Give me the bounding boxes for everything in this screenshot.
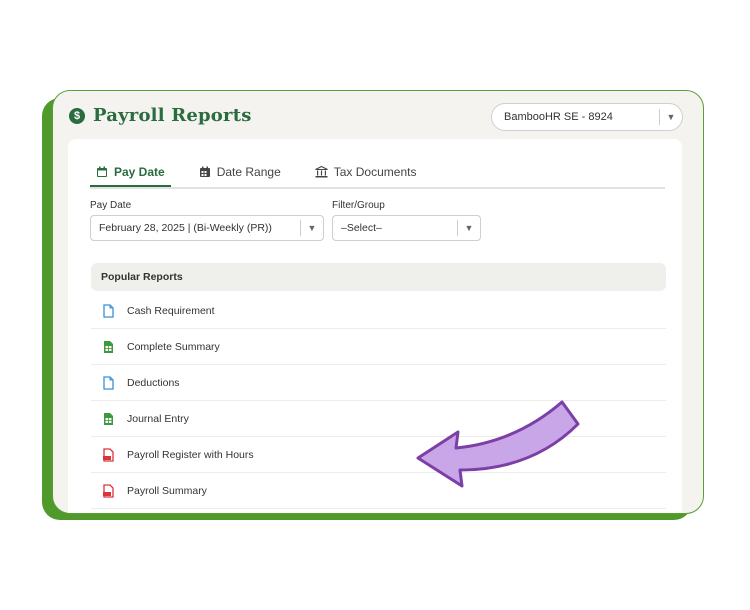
chevron-down-icon[interactable]: ▼ [301, 223, 323, 233]
pdf-icon [103, 483, 115, 498]
tab-date-range[interactable]: Date Range [193, 159, 287, 185]
filter-group-value: –Select– [341, 222, 382, 234]
spreadsheet-icon [103, 340, 115, 354]
report-item-complete-summary[interactable]: Complete Summary [91, 329, 666, 365]
filter-group-label: Filter/Group [332, 200, 385, 211]
report-item-cash-requirement[interactable]: Cash Requirement [91, 293, 666, 329]
payroll-reports-card: $ Payroll Reports BambooHR SE - 8924 ▼ P… [52, 90, 704, 514]
calendar-grid-icon [199, 166, 211, 178]
report-label: Complete Summary [127, 340, 220, 353]
popular-reports-header: Popular Reports [91, 263, 666, 291]
document-icon [103, 303, 115, 318]
pdf-icon [103, 447, 115, 462]
company-select-value: BambooHR SE - 8924 [504, 111, 613, 123]
curved-arrow-pointer-icon [416, 400, 580, 488]
document-icon [103, 375, 115, 390]
report-label: Payroll Register with Hours [127, 448, 254, 461]
tab-bar: Pay Date Date Range Tax Documents [90, 159, 665, 189]
tab-tax-documents[interactable]: Tax Documents [309, 159, 423, 185]
report-label: Cash Requirement [127, 304, 215, 317]
dollar-icon: $ [69, 107, 85, 124]
report-label: Payroll Summary [127, 484, 207, 497]
tab-label: Tax Documents [333, 165, 417, 179]
report-item-deductions[interactable]: Deductions [91, 365, 666, 401]
card-header: $ Payroll Reports [69, 105, 252, 126]
filter-group-select[interactable]: –Select– ▼ [332, 215, 481, 241]
report-label: Journal Entry [127, 412, 189, 425]
pay-date-label: Pay Date [90, 200, 132, 211]
bank-icon [315, 166, 328, 178]
spreadsheet-icon [103, 412, 115, 426]
tab-pay-date[interactable]: Pay Date [90, 159, 171, 187]
company-select[interactable]: BambooHR SE - 8924 ▼ [491, 103, 683, 131]
page-title: Payroll Reports [93, 105, 252, 126]
chevron-down-icon[interactable]: ▼ [458, 223, 480, 233]
report-label: Deductions [127, 376, 180, 389]
tab-label: Date Range [216, 165, 281, 179]
tab-label: Pay Date [114, 165, 165, 179]
calendar-icon [96, 166, 108, 178]
pay-date-select[interactable]: February 28, 2025 | (Bi-Weekly (PR)) ▼ [90, 215, 324, 241]
pay-date-value: February 28, 2025 | (Bi-Weekly (PR)) [99, 222, 272, 234]
chevron-down-icon[interactable]: ▼ [660, 112, 682, 122]
